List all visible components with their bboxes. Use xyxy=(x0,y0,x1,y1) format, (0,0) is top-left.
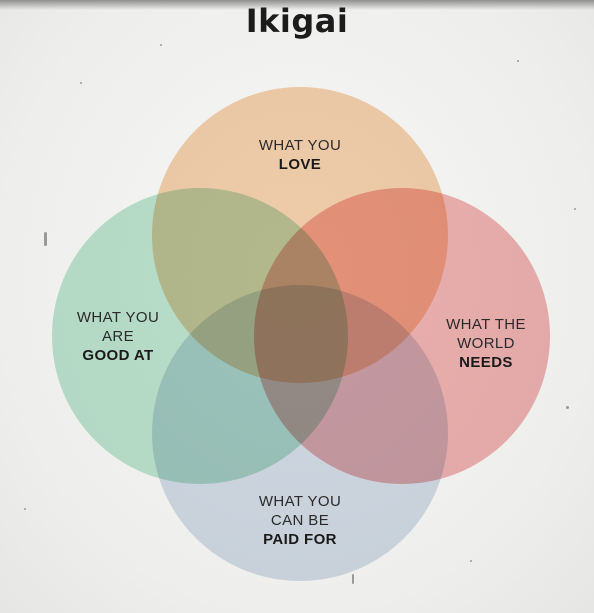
label-paid-for-line-2: CAN BE xyxy=(270,512,330,529)
background-speck xyxy=(517,60,519,62)
label-good-at-line-1: WHAT YOU xyxy=(76,309,160,326)
background-speck xyxy=(160,44,162,46)
background-speck xyxy=(80,82,82,84)
label-world-needs-line-1: WHAT THE xyxy=(446,316,526,333)
background-speck xyxy=(566,406,569,409)
label-paid-for-line-1: WHAT YOU xyxy=(258,493,342,510)
label-world-needs: WHAT THE WORLD NEEDS xyxy=(421,315,551,372)
label-world-needs-line-2: WORLD xyxy=(457,335,515,352)
label-love-line-1: WHAT YOU xyxy=(258,137,342,154)
label-world-needs-bold: NEEDS xyxy=(459,354,513,371)
background-speck xyxy=(44,232,47,246)
label-paid-for: WHAT YOU CAN BE PAID FOR xyxy=(225,492,375,549)
label-love: WHAT YOU LOVE xyxy=(225,136,375,174)
background-speck xyxy=(574,208,576,210)
label-good-at-bold: GOOD AT xyxy=(82,347,154,364)
background-speck xyxy=(352,574,354,584)
label-paid-for-bold: PAID FOR xyxy=(263,531,337,548)
background-speck xyxy=(24,508,26,510)
background-speck xyxy=(470,560,472,562)
label-good-at: WHAT YOU ARE GOOD AT xyxy=(53,308,183,365)
label-love-bold: LOVE xyxy=(278,156,322,173)
label-good-at-line-2: ARE xyxy=(101,328,135,345)
